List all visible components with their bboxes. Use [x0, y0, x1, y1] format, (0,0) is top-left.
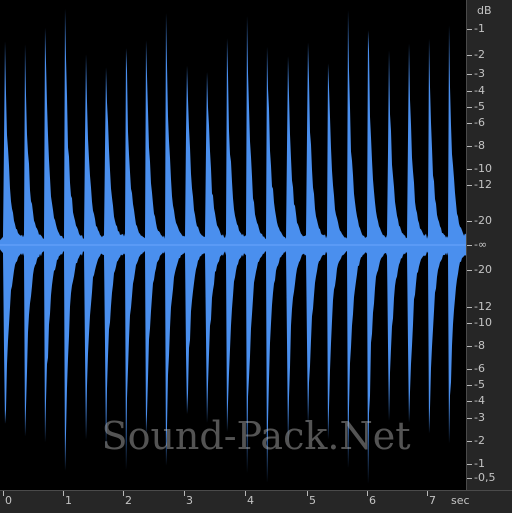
- db-tick: [467, 441, 472, 442]
- db-tick: [467, 146, 472, 147]
- db-tick: [467, 91, 472, 92]
- time-tick: [63, 491, 64, 496]
- time-unit-label: sec: [451, 494, 470, 507]
- db-label: -20: [474, 214, 492, 227]
- db-tick: [467, 185, 472, 186]
- db-tick: [467, 74, 472, 75]
- db-label: -1: [474, 22, 485, 35]
- db-label: -12: [474, 178, 492, 191]
- time-label: 0: [5, 494, 12, 507]
- db-tick: [467, 323, 472, 324]
- db-label: -3: [474, 411, 485, 424]
- waveform-envelope: [0, 8, 466, 484]
- db-label: -5: [474, 378, 485, 391]
- db-center-label: -∞: [474, 238, 488, 251]
- db-unit-label: dB: [477, 4, 492, 17]
- time-tick: [184, 491, 185, 496]
- db-tick: [467, 169, 472, 170]
- db-tick: [467, 107, 472, 108]
- db-tick: [467, 401, 472, 402]
- db-label: -2: [474, 48, 485, 61]
- db-label: -5: [474, 100, 485, 113]
- time-tick: [307, 491, 308, 496]
- time-label: 2: [125, 494, 132, 507]
- db-label: -1: [474, 457, 485, 470]
- time-tick: [123, 491, 124, 496]
- db-label: -0,5: [474, 471, 496, 484]
- time-tick: [3, 491, 4, 496]
- db-label: -8: [474, 139, 485, 152]
- db-label: -4: [474, 394, 485, 407]
- db-label: -20: [474, 263, 492, 276]
- db-label: -10: [474, 162, 492, 175]
- db-tick: [467, 245, 472, 246]
- db-label: -3: [474, 67, 485, 80]
- time-label: 3: [186, 494, 193, 507]
- time-label: 4: [247, 494, 254, 507]
- db-tick: [467, 307, 472, 308]
- db-label: -4: [474, 84, 485, 97]
- db-tick: [467, 369, 472, 370]
- db-label: -2: [474, 434, 485, 447]
- db-label: -12: [474, 300, 492, 313]
- db-tick: [467, 123, 472, 124]
- db-tick: [467, 385, 472, 386]
- db-tick: [467, 55, 472, 56]
- db-scale-ruler: dB -1 -2 -3 -4 -5 -6 -8 -10 -12 -20 -∞ -…: [466, 0, 512, 490]
- db-label: -8: [474, 339, 485, 352]
- db-tick: [467, 346, 472, 347]
- watermark-text: Sound-Pack.Net: [101, 414, 411, 458]
- db-tick: [467, 29, 472, 30]
- db-tick: [467, 418, 472, 419]
- db-label: -6: [474, 362, 485, 375]
- db-label: -6: [474, 116, 485, 129]
- db-tick: [467, 464, 472, 465]
- time-label: 1: [65, 494, 72, 507]
- db-tick: [467, 478, 472, 479]
- time-scale-ruler: 0 1 2 3 4 5 6 7 sec: [0, 490, 512, 513]
- db-tick: [467, 221, 472, 222]
- time-label: 5: [309, 494, 316, 507]
- db-label: -10: [474, 316, 492, 329]
- time-label: 6: [369, 494, 376, 507]
- time-tick: [367, 491, 368, 496]
- time-label: 7: [429, 494, 436, 507]
- time-tick: [245, 491, 246, 496]
- db-tick: [467, 270, 472, 271]
- time-tick: [427, 491, 428, 496]
